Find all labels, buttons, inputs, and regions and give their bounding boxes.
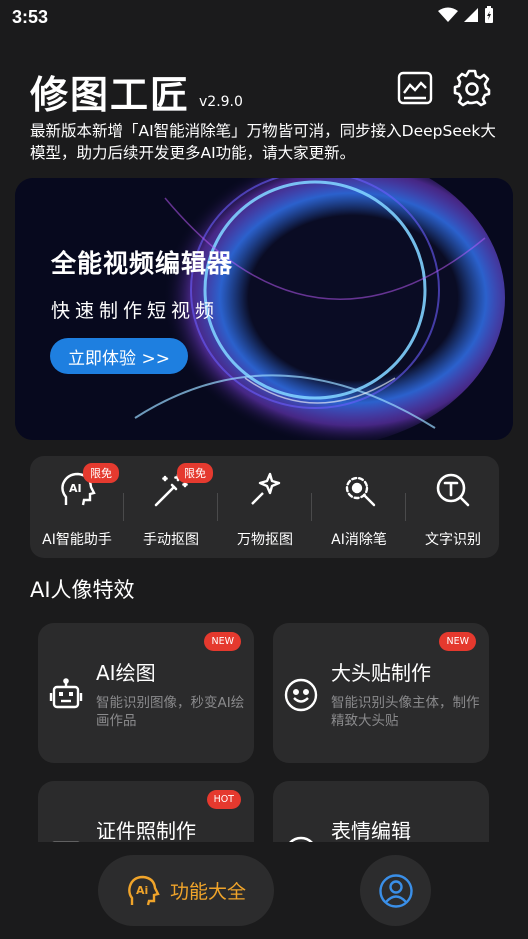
tool-label: AI智能助手 [42, 532, 112, 548]
gear-icon [453, 69, 491, 107]
announcement-text: 最新版本新增「AI智能消除笔」万物皆可消，同步接入DeepSeek大模型，助力后… [30, 122, 496, 162]
tool-manual-cutout[interactable]: 限免 手动抠图 [124, 456, 218, 558]
profile-button[interactable] [360, 855, 431, 926]
wand-icon [251, 472, 281, 505]
status-time: 3:53 [12, 7, 49, 27]
card-photo-sticker[interactable]: NEW 大头贴制作 智能识别头像主体，制作精致大头贴 [273, 623, 489, 763]
new-badge: NEW [204, 632, 241, 651]
tool-ai-assistant[interactable]: AI 限免 AI智能助手 [30, 456, 124, 558]
tool-object-cutout[interactable]: 万物抠图 [218, 456, 312, 558]
stats-icon [397, 71, 433, 105]
promo-banner[interactable]: 全能视频编辑器 快速制作短视频 立即体验 >> [15, 178, 513, 440]
battery-icon [485, 6, 493, 23]
all-features-button[interactable]: Ai 功能大全 [98, 855, 274, 926]
banner-title: 全能视频编辑器 [51, 249, 234, 278]
banner-subtitle: 快速制作短视频 [51, 300, 220, 322]
hot-badge: HOT [206, 790, 241, 809]
card-title: 证件照制作 [96, 819, 196, 843]
free-badge: 限免 [177, 463, 213, 483]
section-title: AI人像特效 [30, 578, 135, 602]
robot-icon [49, 678, 83, 709]
tool-label: 万物抠图 [237, 532, 293, 548]
try-now-button[interactable]: 立即体验 >> [50, 338, 188, 374]
stats-button[interactable] [396, 69, 434, 107]
tool-label: 手动抠图 [143, 532, 199, 548]
settings-button[interactable] [453, 69, 491, 107]
all-features-label: 功能大全 [169, 881, 246, 903]
eraser-icon [345, 476, 376, 507]
tool-label: 文字识别 [425, 532, 481, 548]
free-badge: 限免 [83, 463, 119, 483]
tool-text-recognition[interactable]: 文字识别 [406, 456, 500, 558]
svg-text:Ai: Ai [136, 884, 148, 897]
card-description: 智能识别头像主体，制作精致大头贴 [331, 695, 480, 729]
tool-label: AI消除笔 [331, 532, 387, 548]
ai-features-icon: Ai [128, 875, 160, 905]
svg-text:AI: AI [69, 482, 82, 495]
signal-icon [464, 8, 478, 22]
smiley-icon [284, 678, 318, 712]
status-icons [438, 6, 494, 24]
user-icon [378, 873, 413, 908]
tool-ai-eraser[interactable]: AI消除笔 [312, 456, 406, 558]
card-title: 大头贴制作 [331, 661, 431, 685]
text-recognition-icon [436, 473, 470, 507]
card-description: 智能识别图像，秒变AI绘画作品 [96, 695, 245, 729]
app-title: 修图工匠 [30, 73, 191, 117]
card-title: AI绘图 [96, 661, 156, 685]
card-title: 表情编辑 [331, 819, 411, 843]
new-badge: NEW [439, 632, 476, 651]
card-ai-drawing[interactable]: NEW AI绘图 智能识别图像，秒变AI绘画作品 [38, 623, 254, 763]
wifi-icon [438, 7, 458, 22]
app-version: v2.9.0 [199, 94, 243, 110]
quick-tools-bar: AI 限免 AI智能助手 限免 手动抠图 万物抠图 AI消除笔 文字识别 [30, 456, 499, 558]
